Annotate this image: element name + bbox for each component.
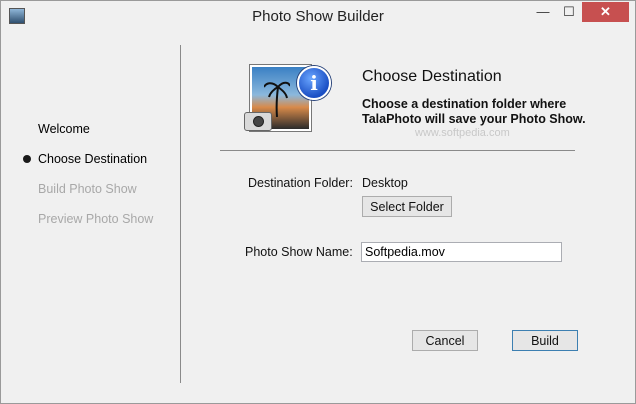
cancel-button[interactable]: Cancel — [412, 330, 478, 351]
step-choose-destination: Choose Destination — [38, 152, 148, 166]
info-icon: i — [297, 66, 331, 100]
destination-folder-label: Destination Folder: — [248, 176, 353, 190]
minimize-button[interactable]: — — [530, 2, 556, 22]
select-folder-button[interactable]: Select Folder — [362, 196, 452, 217]
camera-lens — [253, 116, 264, 127]
header-divider — [220, 150, 575, 151]
step-welcome: Welcome — [38, 122, 90, 136]
build-button[interactable]: Build — [512, 330, 578, 351]
current-step-bullet-icon — [23, 155, 31, 163]
maximize-button[interactable]: ☐ — [556, 2, 582, 22]
camera-icon — [244, 112, 272, 131]
step-preview-photo-show: Preview Photo Show — [38, 212, 154, 226]
watermark: www.softpedia.com — [415, 127, 510, 139]
photo-show-name-input[interactable]: Softpedia.mov — [361, 242, 562, 262]
destination-folder-value: Desktop — [362, 176, 408, 190]
step-build-photo-show: Build Photo Show — [38, 182, 137, 196]
title-bar[interactable]: Photo Show Builder — ☐ ✕ — [1, 1, 635, 31]
palm-tree-icon — [264, 81, 290, 117]
photo-show-name-label: Photo Show Name: — [245, 245, 353, 259]
sidebar-divider — [180, 45, 181, 383]
page-description: Choose a destination folder where TalaPh… — [362, 97, 586, 126]
close-button[interactable]: ✕ — [582, 2, 629, 22]
page-heading: Choose Destination — [362, 68, 502, 85]
